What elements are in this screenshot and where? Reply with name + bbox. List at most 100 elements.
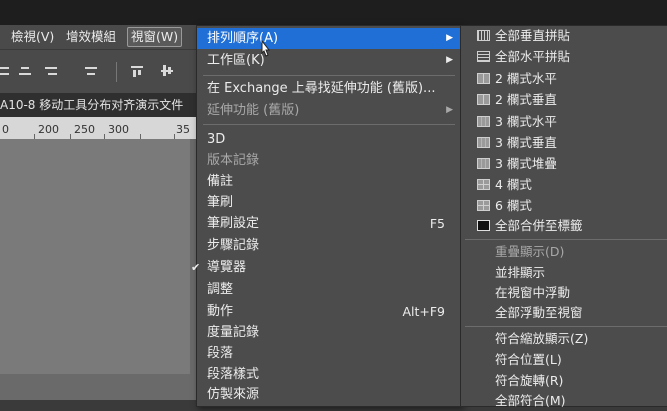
submenu-item-label: 6 欄式 [495,198,532,213]
submenu-item-3up-stacked[interactable]: 3 欄式堆疊 [461,154,667,174]
submenu-item-label: 全部垂直拼貼 [495,28,571,43]
submenu-item-tile-horizontal[interactable]: 全部水平拼貼 [461,47,667,67]
menu-item-label: 步驟記錄 [207,238,260,253]
three-up-vertical-icon [477,137,490,148]
menu-item-arrange[interactable]: 排列順序(A) ▶ [197,28,461,49]
menu-item-clone-source[interactable]: 仿製來源 [197,384,461,405]
align-vertical-centers-icon[interactable] [160,64,174,78]
menu-item-find-extensions[interactable]: 在 Exchange 上尋找延伸功能 (舊版)... [197,78,461,99]
menu-item-label: 3D [207,132,226,147]
ruler-label: 35 [176,123,190,136]
menu-item-brushes[interactable]: 筆刷 [197,192,461,213]
menu-view[interactable]: 檢視(V) [8,28,57,46]
menu-item-label: 動作 [207,304,234,319]
three-up-stacked-icon [477,158,490,169]
consolidate-tabs-icon [477,220,490,231]
menu-item-label: 度量記錄 [207,325,260,340]
align-right-edges-icon[interactable] [44,64,58,78]
submenu-item-label: 4 欄式 [495,177,532,192]
submenu-item-match-rotation[interactable]: 符合旋轉(R) [461,371,667,391]
submenu-item-6up[interactable]: 6 欄式 [461,196,667,216]
submenu-item-label: 3 欄式水平 [495,114,557,129]
menu-plugins[interactable]: 增效模組 [63,28,119,46]
menu-item-shortcut: Alt+F9 [402,304,445,319]
distribute-horizontal-icon[interactable] [84,64,98,78]
submenu-item-2up-vertical[interactable]: 2 欄式垂直 [461,90,667,110]
submenu-item-label: 符合位置(L) [495,352,562,367]
menu-item-history[interactable]: 步驟記錄 [197,235,461,256]
menu-separator [203,75,455,76]
submenu-item-label: 符合縮放顯示(Z) [495,331,589,346]
submenu-item-float-in-window[interactable]: 在視窗中浮動 [461,283,667,303]
submenu-item-3up-horizontal[interactable]: 3 欄式水平 [461,112,667,132]
menu-item-notes[interactable]: 備註 [197,171,461,192]
menu-item-label: 備註 [207,174,234,189]
menu-item-label: 延伸功能 (舊版) [207,103,300,118]
submenu-item-tile-vertical[interactable]: 全部垂直拼貼 [461,26,667,46]
three-up-horizontal-icon [477,116,490,127]
options-toolbar [0,49,200,94]
document-tab[interactable]: A10-8 移动工具分布对齐演示文件 [0,96,183,114]
submenu-item-2up-horizontal[interactable]: 2 欄式水平 [461,69,667,89]
canvas-artboard [0,139,190,374]
submenu-item-label: 重疊顯示(D) [495,244,565,259]
menu-bar: 檢視(V) 增效模組 視窗(W) [0,25,200,49]
submenu-item-match-all[interactable]: 全部符合(M) [461,391,667,411]
four-up-icon [477,179,490,190]
submenu-item-tile[interactable]: 並排顯示 [461,263,667,283]
submenu-item-cascade[interactable]: 重疊顯示(D) [461,242,667,262]
menu-item-paragraph-styles[interactable]: 段落樣式 [197,364,461,385]
submenu-item-label: 全部合併至標籤 [495,218,583,233]
align-top-edges-icon[interactable] [130,64,144,78]
menu-item-navigator[interactable]: ✔ 導覽器 [191,257,461,278]
menu-item-actions[interactable]: 動作 Alt+F9 [197,301,461,322]
submenu-item-match-zoom[interactable]: 符合縮放顯示(Z) [461,329,667,349]
menu-item-label: 版本記錄 [207,153,260,168]
toolbar-divider [116,62,117,82]
menu-item-label: 導覽器 [207,260,247,275]
submenu-arrow-icon: ▶ [446,55,453,65]
two-up-vertical-icon [477,94,490,105]
tile-vertical-icon [477,30,490,41]
horizontal-ruler: 0 200 250 300 35 [0,117,200,139]
menu-separator [465,326,667,327]
submenu-item-3up-vertical[interactable]: 3 欄式垂直 [461,133,667,153]
submenu-item-label: 符合旋轉(R) [495,373,564,388]
menu-separator [203,124,455,125]
menu-item-version-history[interactable]: 版本記錄 [197,150,461,171]
submenu-item-label: 2 欄式垂直 [495,92,557,107]
submenu-item-match-location[interactable]: 符合位置(L) [461,350,667,370]
menu-item-adjustments[interactable]: 調整 [197,279,461,300]
ruler-label: 200 [38,123,59,136]
menu-item-label: 筆刷 [207,195,234,210]
ruler-label: 300 [108,123,129,136]
document-canvas[interactable] [0,139,200,400]
submenu-item-label: 3 欄式堆疊 [495,156,557,171]
menu-item-label: 段落 [207,346,234,361]
checkmark-icon: ✔ [191,261,201,274]
six-up-icon [477,200,490,211]
menu-window[interactable]: 視窗(W) [127,27,183,47]
submenu-item-label: 並排顯示 [495,265,546,280]
submenu-item-4up[interactable]: 4 欄式 [461,175,667,195]
submenu-item-label: 3 欄式垂直 [495,135,557,150]
menu-item-workspace[interactable]: 工作區(K) ▶ [197,50,461,71]
submenu-item-float-all[interactable]: 全部浮動至視窗 [461,303,667,323]
menu-item-measurement-log[interactable]: 度量記錄 [197,322,461,343]
menu-item-label: 筆刷設定 [207,216,260,231]
tile-horizontal-icon [477,51,490,62]
menu-item-shortcut: F5 [429,216,445,231]
mouse-pointer-icon [261,40,271,57]
menu-item-paragraph[interactable]: 段落 [197,343,461,364]
menu-item-extensions-legacy[interactable]: 延伸功能 (舊版) ▶ [197,100,461,121]
align-left-edges-icon[interactable] [0,64,10,78]
submenu-item-label: 全部符合(M) [495,393,566,408]
menu-item-label: 在 Exchange 上尋找延伸功能 (舊版)... [207,81,436,96]
arrange-submenu: 全部垂直拼貼 全部水平拼貼 2 欄式水平 2 欄式垂直 3 欄式水平 3 欄式垂… [460,25,667,408]
window-menu: 排列順序(A) ▶ 工作區(K) ▶ 在 Exchange 上尋找延伸功能 (舊… [191,25,462,407]
submenu-item-consolidate-tabs[interactable]: 全部合併至標籤 [461,216,667,236]
menu-item-brush-settings[interactable]: 筆刷設定 F5 [197,213,461,234]
align-horizontal-centers-icon[interactable] [18,64,32,78]
menu-separator [465,239,667,240]
menu-item-3d[interactable]: 3D [197,129,461,150]
